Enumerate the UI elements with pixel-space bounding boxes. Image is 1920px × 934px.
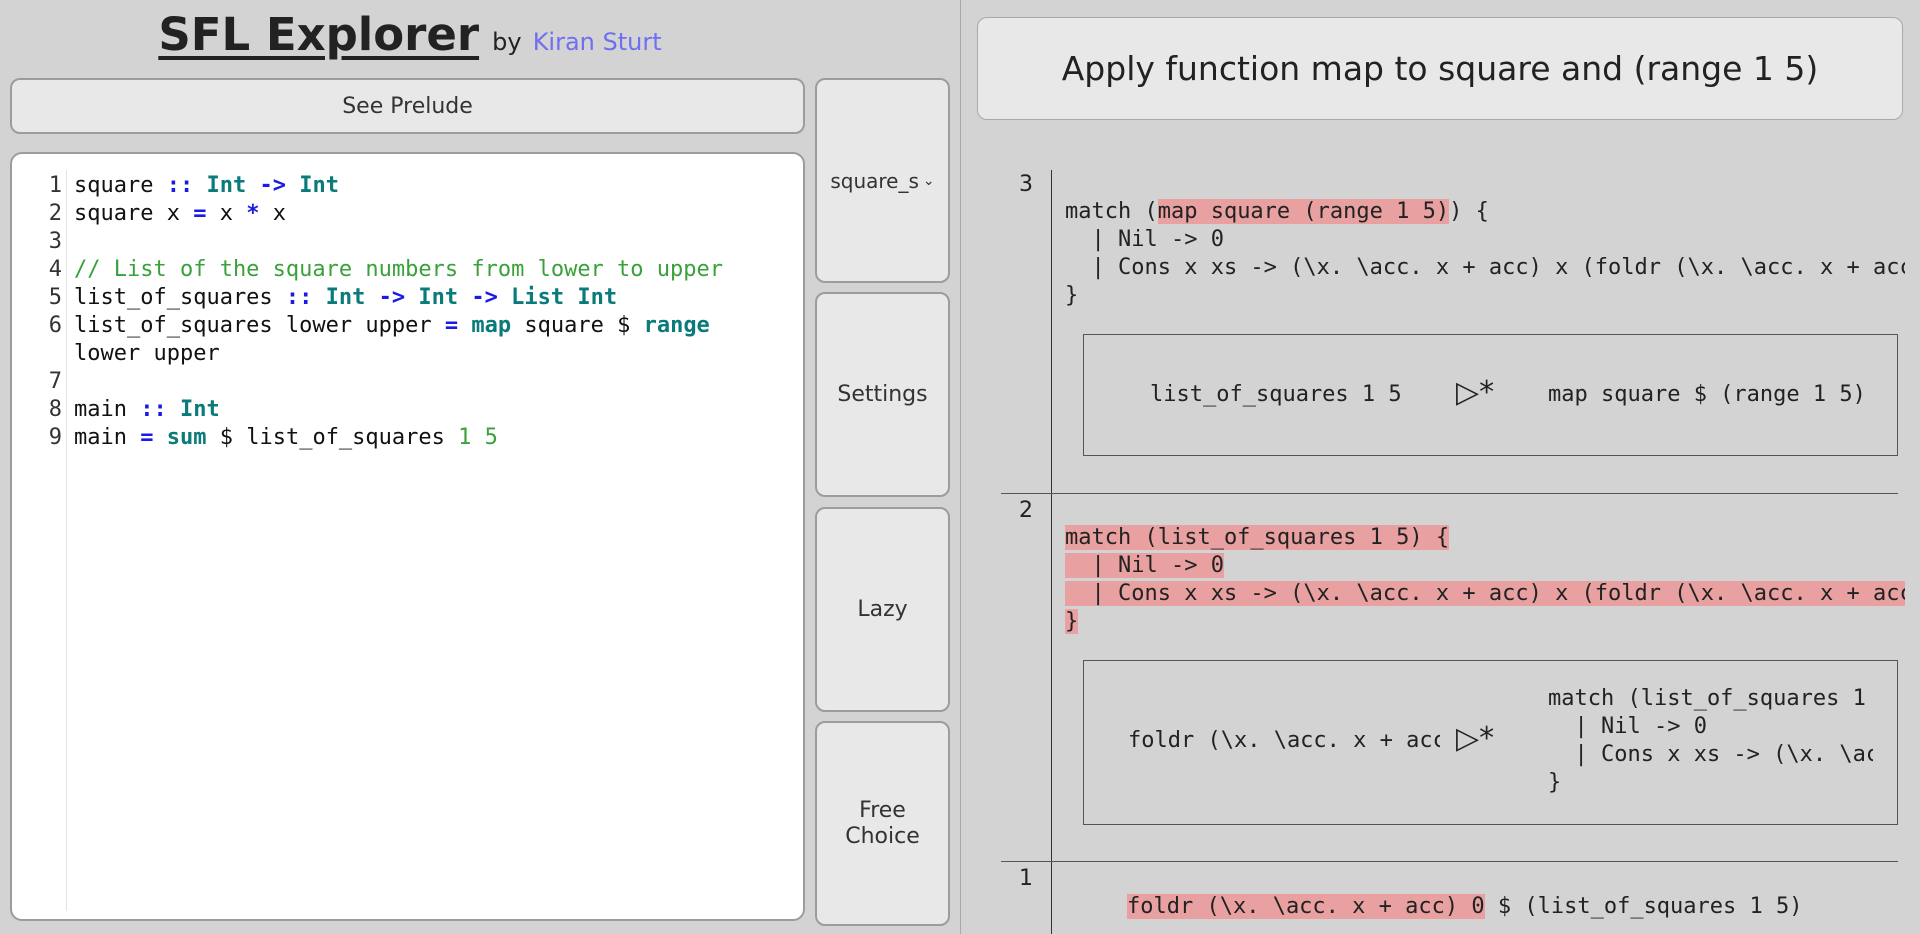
- line-number: 2: [48, 201, 62, 226]
- line-number: 3: [48, 229, 62, 254]
- rewrite-rhs: map square $ (range 1 5): [1548, 382, 1866, 407]
- reduces-to-arrow-icon: ▷*: [1456, 375, 1495, 410]
- line-number: 9: [48, 425, 62, 450]
- code-editor[interactable]: 1 square :: Int -> Int 2 square x = x * x …: [10, 152, 805, 921]
- redex-highlight: map square (range 1 5): [1157, 199, 1450, 224]
- line-number: 7: [48, 369, 62, 394]
- step-3-rewrite-box: list_of_squares 1 5 ▷* map square $ (ran…: [1083, 334, 1898, 456]
- author-link[interactable]: Kiran Sturt: [533, 28, 662, 56]
- lazy-button[interactable]: Lazy: [815, 507, 950, 712]
- title-row: SFL Explorer by Kiran Sturt: [0, 8, 820, 61]
- program-select-value: square_s: [830, 168, 919, 193]
- code-line-1: 1 square :: Int -> Int: [12, 172, 803, 200]
- step-separator: [1001, 493, 1898, 494]
- line-number: 1: [48, 173, 62, 198]
- by-label: by: [492, 28, 522, 56]
- code-line-6-wrap: lower upper: [12, 340, 803, 368]
- line-number: 5: [48, 285, 62, 310]
- step-number: 2: [1019, 498, 1033, 523]
- free-choice-button[interactable]: Free Choice: [815, 721, 950, 926]
- left-panel: SFL Explorer by Kiran Sturt See Prelude …: [0, 0, 960, 934]
- line-number: [12, 340, 74, 368]
- see-prelude-button[interactable]: See Prelude: [10, 78, 805, 134]
- code-line-2: 2 square x = x * x: [12, 200, 803, 228]
- step-3-expression[interactable]: match (map square (range 1 5)) { | Nil -…: [1065, 198, 1905, 310]
- code-line-4: 4// List of the square numbers from lowe…: [12, 256, 803, 284]
- redex-highlight: foldr (\x. \acc. x + acc) 0: [1127, 894, 1485, 919]
- code-line-3: 3: [12, 228, 803, 256]
- rewrite-rhs: match (list_of_squares 1 5) { | Nil -> 0…: [1548, 686, 1873, 795]
- code-line-8: 8 main :: Int: [12, 396, 803, 424]
- rewrite-lhs: list_of_squares 1 5: [1150, 382, 1402, 407]
- line-number: 4: [48, 257, 62, 282]
- evaluation-panel: Apply function map to square and (range …: [961, 0, 1920, 934]
- app-title: SFL Explorer: [158, 8, 480, 61]
- program-select[interactable]: square_s ⌄: [815, 78, 950, 283]
- rewrite-lhs: foldr (\x. \acc. x + acc) 0 $ (list_of_s…: [1128, 728, 1440, 753]
- step-number: 1: [1019, 866, 1033, 891]
- step-header: Apply function map to square and (range …: [977, 17, 1903, 120]
- step-1-expression[interactable]: foldr (\x. \acc. x + acc) 0 $ (list_of_s…: [1127, 893, 1887, 921]
- code-line-6: 6 list_of_squares lower upper = map squar…: [12, 312, 803, 340]
- step-2-rewrite-box: foldr (\x. \acc. x + acc) 0 $ (list_of_s…: [1083, 660, 1898, 825]
- reduces-to-arrow-icon: ▷*: [1456, 721, 1495, 756]
- code-line-5: 5 list_of_squares :: Int -> Int -> List I…: [12, 284, 803, 312]
- step-vertical-rule: [1051, 170, 1052, 934]
- line-number: 8: [48, 397, 62, 422]
- line-number: 6: [48, 313, 62, 338]
- code-lines[interactable]: 1 square :: Int -> Int 2 square x = x * x …: [12, 172, 803, 452]
- redex-highlight: match (list_of_squares 1 5) { | Nil -> 0…: [1065, 525, 1905, 634]
- code-line-9: 9 main = sum $ list_of_squares 1 5: [12, 424, 803, 452]
- step-2-expression[interactable]: match (list_of_squares 1 5) { | Nil -> 0…: [1065, 524, 1905, 636]
- chevron-down-icon: ⌄: [922, 172, 935, 189]
- code-line-7: 7: [12, 368, 803, 396]
- step-number: 3: [1019, 172, 1033, 197]
- step-separator: [1001, 861, 1898, 862]
- settings-button[interactable]: Settings: [815, 292, 950, 497]
